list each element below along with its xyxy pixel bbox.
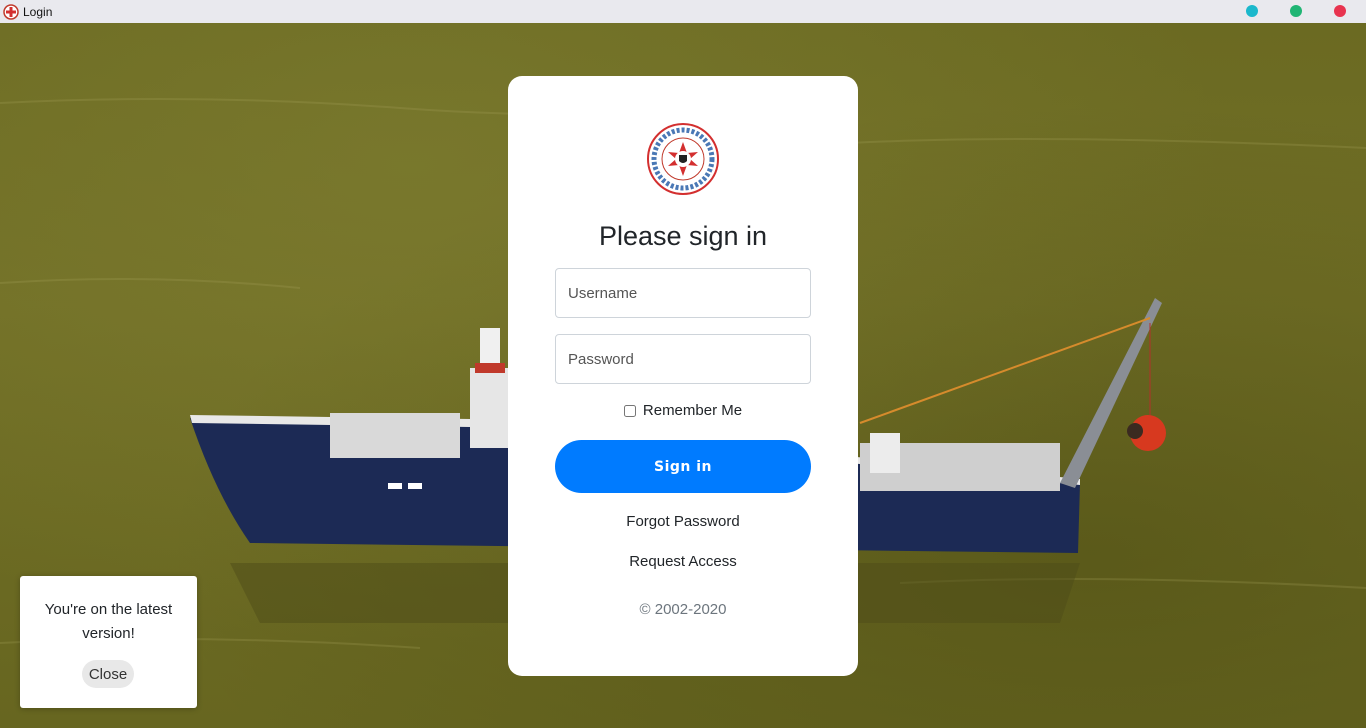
remember-me-label: Remember Me [642, 402, 743, 419]
update-toast: You're on the latest version! Close [20, 576, 197, 708]
password-input[interactable] [555, 334, 811, 384]
close-window-button[interactable] [1334, 5, 1346, 17]
maximize-button[interactable] [1290, 5, 1302, 17]
toast-message: You're on the latest version! [44, 601, 173, 642]
minimize-button[interactable] [1246, 5, 1258, 17]
request-access-link[interactable]: Request Access [508, 553, 858, 570]
organization-seal-logo [647, 123, 719, 195]
forgot-password-link[interactable]: Forgot Password [508, 513, 858, 530]
sign-in-button[interactable]: Sign in [555, 440, 811, 493]
username-input[interactable] [555, 268, 811, 318]
page-title: Please sign in [598, 221, 768, 251]
remember-me-checkbox[interactable] [623, 404, 636, 417]
toast-close-button[interactable]: Close [82, 660, 134, 688]
login-card: Please sign in Remember Me Sign in Forgo… [508, 76, 858, 676]
remember-me-row[interactable]: Remember Me [508, 402, 858, 419]
window-title: Login [23, 4, 53, 19]
window-titlebar: Login [0, 0, 1366, 23]
app-logo-icon [3, 3, 19, 20]
copyright-text: © 2002-2020 [639, 601, 727, 618]
